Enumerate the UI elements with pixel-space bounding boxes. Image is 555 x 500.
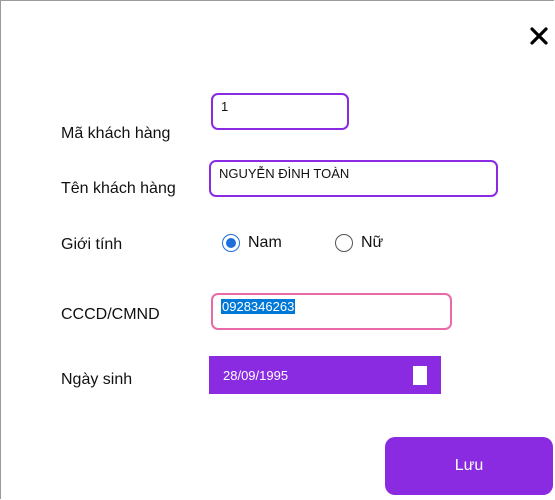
customer-id-field[interactable] xyxy=(211,93,349,130)
customer-name-label: Tên khách hàng xyxy=(61,180,176,197)
id-card-value[interactable]: 0928346263 xyxy=(221,299,296,314)
customer-id-label: Mã khách hàng xyxy=(61,125,171,142)
save-button[interactable]: Lưu xyxy=(385,437,553,495)
gender-label: Giới tính xyxy=(61,236,123,253)
gender-option-male[interactable]: Nam xyxy=(222,234,282,252)
id-card-field[interactable]: 0928346263 xyxy=(211,293,452,330)
gender-option-female[interactable]: Nữ xyxy=(335,234,383,252)
radio-male[interactable] xyxy=(222,234,240,252)
close-icon xyxy=(530,27,548,45)
birth-date-label: Ngày sinh xyxy=(61,371,133,388)
customer-id-input[interactable] xyxy=(221,99,339,114)
id-card-label: CCCD/CMND xyxy=(61,306,160,323)
birth-date-value: 28/09/1995 xyxy=(223,367,289,383)
birth-date-picker[interactable]: 28/09/1995 xyxy=(209,356,441,394)
gender-male-label: Nam xyxy=(248,234,282,251)
radio-female[interactable] xyxy=(335,234,353,252)
customer-dialog: Mã khách hàng Tên khách hàng Giới tính N… xyxy=(0,0,554,499)
close-button[interactable] xyxy=(527,23,551,49)
calendar-icon[interactable] xyxy=(413,365,427,385)
customer-name-field[interactable] xyxy=(209,160,498,197)
customer-name-input[interactable] xyxy=(219,166,488,181)
gender-female-label: Nữ xyxy=(361,234,384,251)
